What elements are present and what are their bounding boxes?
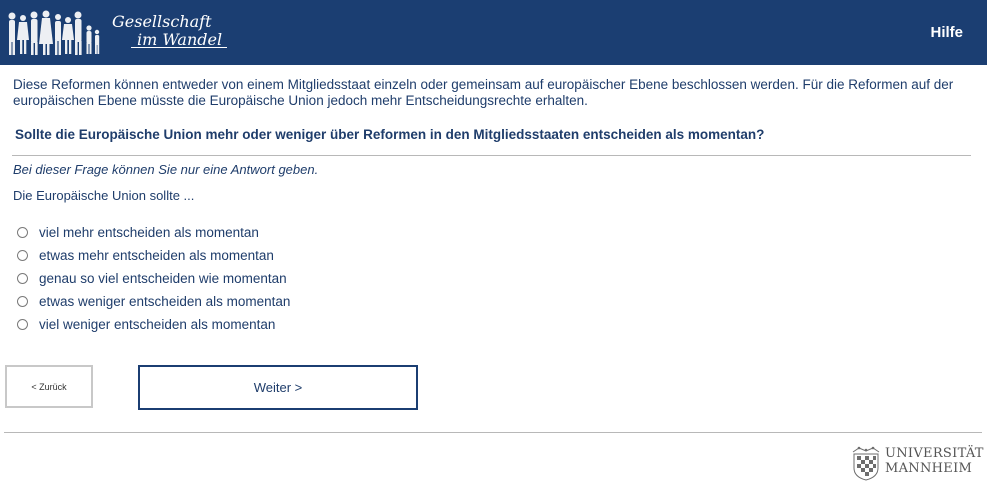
option-label[interactable]: genau so viel entscheiden wie momentan (39, 271, 287, 286)
option-label[interactable]: viel weniger entscheiden als momentan (39, 317, 275, 332)
footer-divider (4, 432, 982, 433)
university-line1: UNIVERSITÄT (885, 446, 984, 461)
radio-button[interactable] (17, 319, 28, 330)
radio-button[interactable] (17, 273, 28, 284)
logo-line1: Gesellschaft (112, 12, 212, 31)
option-label[interactable]: viel mehr entscheiden als momentan (39, 225, 259, 240)
header-bar: Gesellschaft im Wandel Hilfe (0, 0, 987, 65)
logo-underline (131, 47, 227, 48)
radio-button[interactable] (17, 227, 28, 238)
answer-option[interactable]: etwas mehr entscheiden als momentan (17, 244, 290, 267)
help-link[interactable]: Hilfe (930, 24, 963, 41)
people-silhouettes-logo (8, 10, 100, 55)
answer-option[interactable]: etwas weniger entscheiden als momentan (17, 290, 290, 313)
answer-option[interactable]: genau so viel entscheiden wie momentan (17, 267, 290, 290)
university-line2: MANNHEIM (885, 461, 973, 476)
intro-text: Diese Reformen können entweder von einem… (13, 77, 954, 108)
question-text: Sollte die Europäische Union mehr oder w… (15, 127, 765, 142)
site-logo-text: Gesellschaft im Wandel (112, 13, 222, 49)
university-logo: UNIVERSITÄT MANNHEIM (849, 444, 983, 484)
divider (12, 155, 971, 156)
radio-button[interactable] (17, 250, 28, 261)
question-stem: Die Europäische Union sollte ... (13, 188, 195, 203)
crest-icon (852, 446, 880, 481)
answer-options: viel mehr entscheiden als momentan etwas… (17, 221, 290, 336)
next-button[interactable]: Weiter > (138, 365, 418, 410)
option-label[interactable]: etwas mehr entscheiden als momentan (39, 248, 274, 263)
answer-option[interactable]: viel weniger entscheiden als momentan (17, 313, 290, 336)
option-label[interactable]: etwas weniger entscheiden als momentan (39, 294, 290, 309)
back-button[interactable]: < Zurück (5, 365, 93, 408)
radio-button[interactable] (17, 296, 28, 307)
university-name: UNIVERSITÄT MANNHEIM (885, 446, 984, 476)
answer-option[interactable]: viel mehr entscheiden als momentan (17, 221, 290, 244)
instruction-hint: Bei dieser Frage können Sie nur eine Ant… (13, 162, 319, 177)
